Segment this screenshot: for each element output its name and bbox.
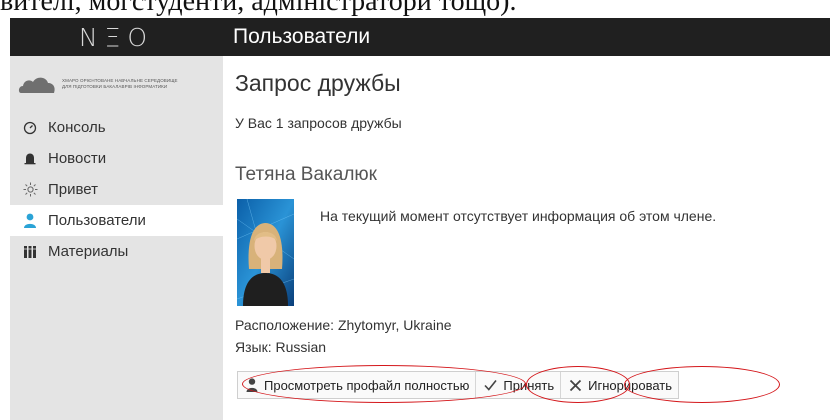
accept-button[interactable]: Принять xyxy=(476,372,562,398)
sidebar-item-label: Привет xyxy=(48,181,99,198)
sidebar: Хмаро орієнтоване навчальне середовище д… xyxy=(10,56,223,420)
location-text: Расположение: Zhytomyr, Ukraine xyxy=(235,317,452,333)
friend-request-count: У Вас 1 запросов дружбы xyxy=(235,115,402,131)
ignore-label: Игнорировать xyxy=(588,377,673,393)
requester-name[interactable]: Тетяна Вакалюк xyxy=(235,164,377,186)
language-text: Язык: Russian xyxy=(235,339,327,355)
view-profile-label: Просмотреть профайл полностью xyxy=(264,377,470,393)
request-actions: Просмотреть профайл полностью Принять Иг… xyxy=(237,371,680,399)
logo-caption: Хмаро орієнтоване навчальне середовище д… xyxy=(62,78,178,89)
books-icon xyxy=(22,244,38,260)
accept-label: Принять xyxy=(503,377,555,393)
check-icon xyxy=(484,379,497,391)
sidebar-item-label: Пользователи xyxy=(48,212,146,229)
top-bar: NΞO Пользователи xyxy=(10,18,830,56)
bell-icon xyxy=(22,151,38,167)
page-title: Запрос дружбы xyxy=(235,70,401,96)
page-heading: Пользователи xyxy=(233,25,371,48)
profile-photo[interactable] xyxy=(237,199,294,306)
sidebar-item-hello[interactable]: Привет xyxy=(10,174,223,205)
sidebar-nav: Консоль Новости Привет Пользователи Мате… xyxy=(10,112,223,267)
user-icon xyxy=(22,213,38,229)
brand-logo[interactable]: NΞO xyxy=(10,23,223,52)
sidebar-logo[interactable]: Хмаро орієнтоване навчальне середовище д… xyxy=(10,56,223,112)
sidebar-item-news[interactable]: Новости xyxy=(10,143,223,174)
sidebar-item-console[interactable]: Консоль xyxy=(10,112,223,143)
user-icon xyxy=(246,378,258,392)
cloud-logo-icon xyxy=(18,77,55,93)
sidebar-item-label: Материалы xyxy=(48,243,129,260)
member-info-text: На текущий момент отсутствует информация… xyxy=(320,208,717,224)
sidebar-item-materials[interactable]: Материалы xyxy=(10,236,223,267)
sidebar-item-label: Новости xyxy=(48,150,107,167)
dashboard-icon xyxy=(22,120,38,136)
ignore-button[interactable]: Игнорировать xyxy=(561,372,678,398)
close-icon xyxy=(569,379,582,392)
sidebar-item-label: Консоль xyxy=(48,119,106,136)
main-content: Запрос дружбы У Вас 1 запросов дружбы Те… xyxy=(235,56,825,420)
cropped-document-text: вителі, могстуденти, адміністратори тощо… xyxy=(0,0,517,17)
sun-icon xyxy=(22,182,38,198)
sidebar-item-users[interactable]: Пользователи xyxy=(10,205,223,236)
view-profile-button[interactable]: Просмотреть профайл полностью xyxy=(238,372,477,398)
